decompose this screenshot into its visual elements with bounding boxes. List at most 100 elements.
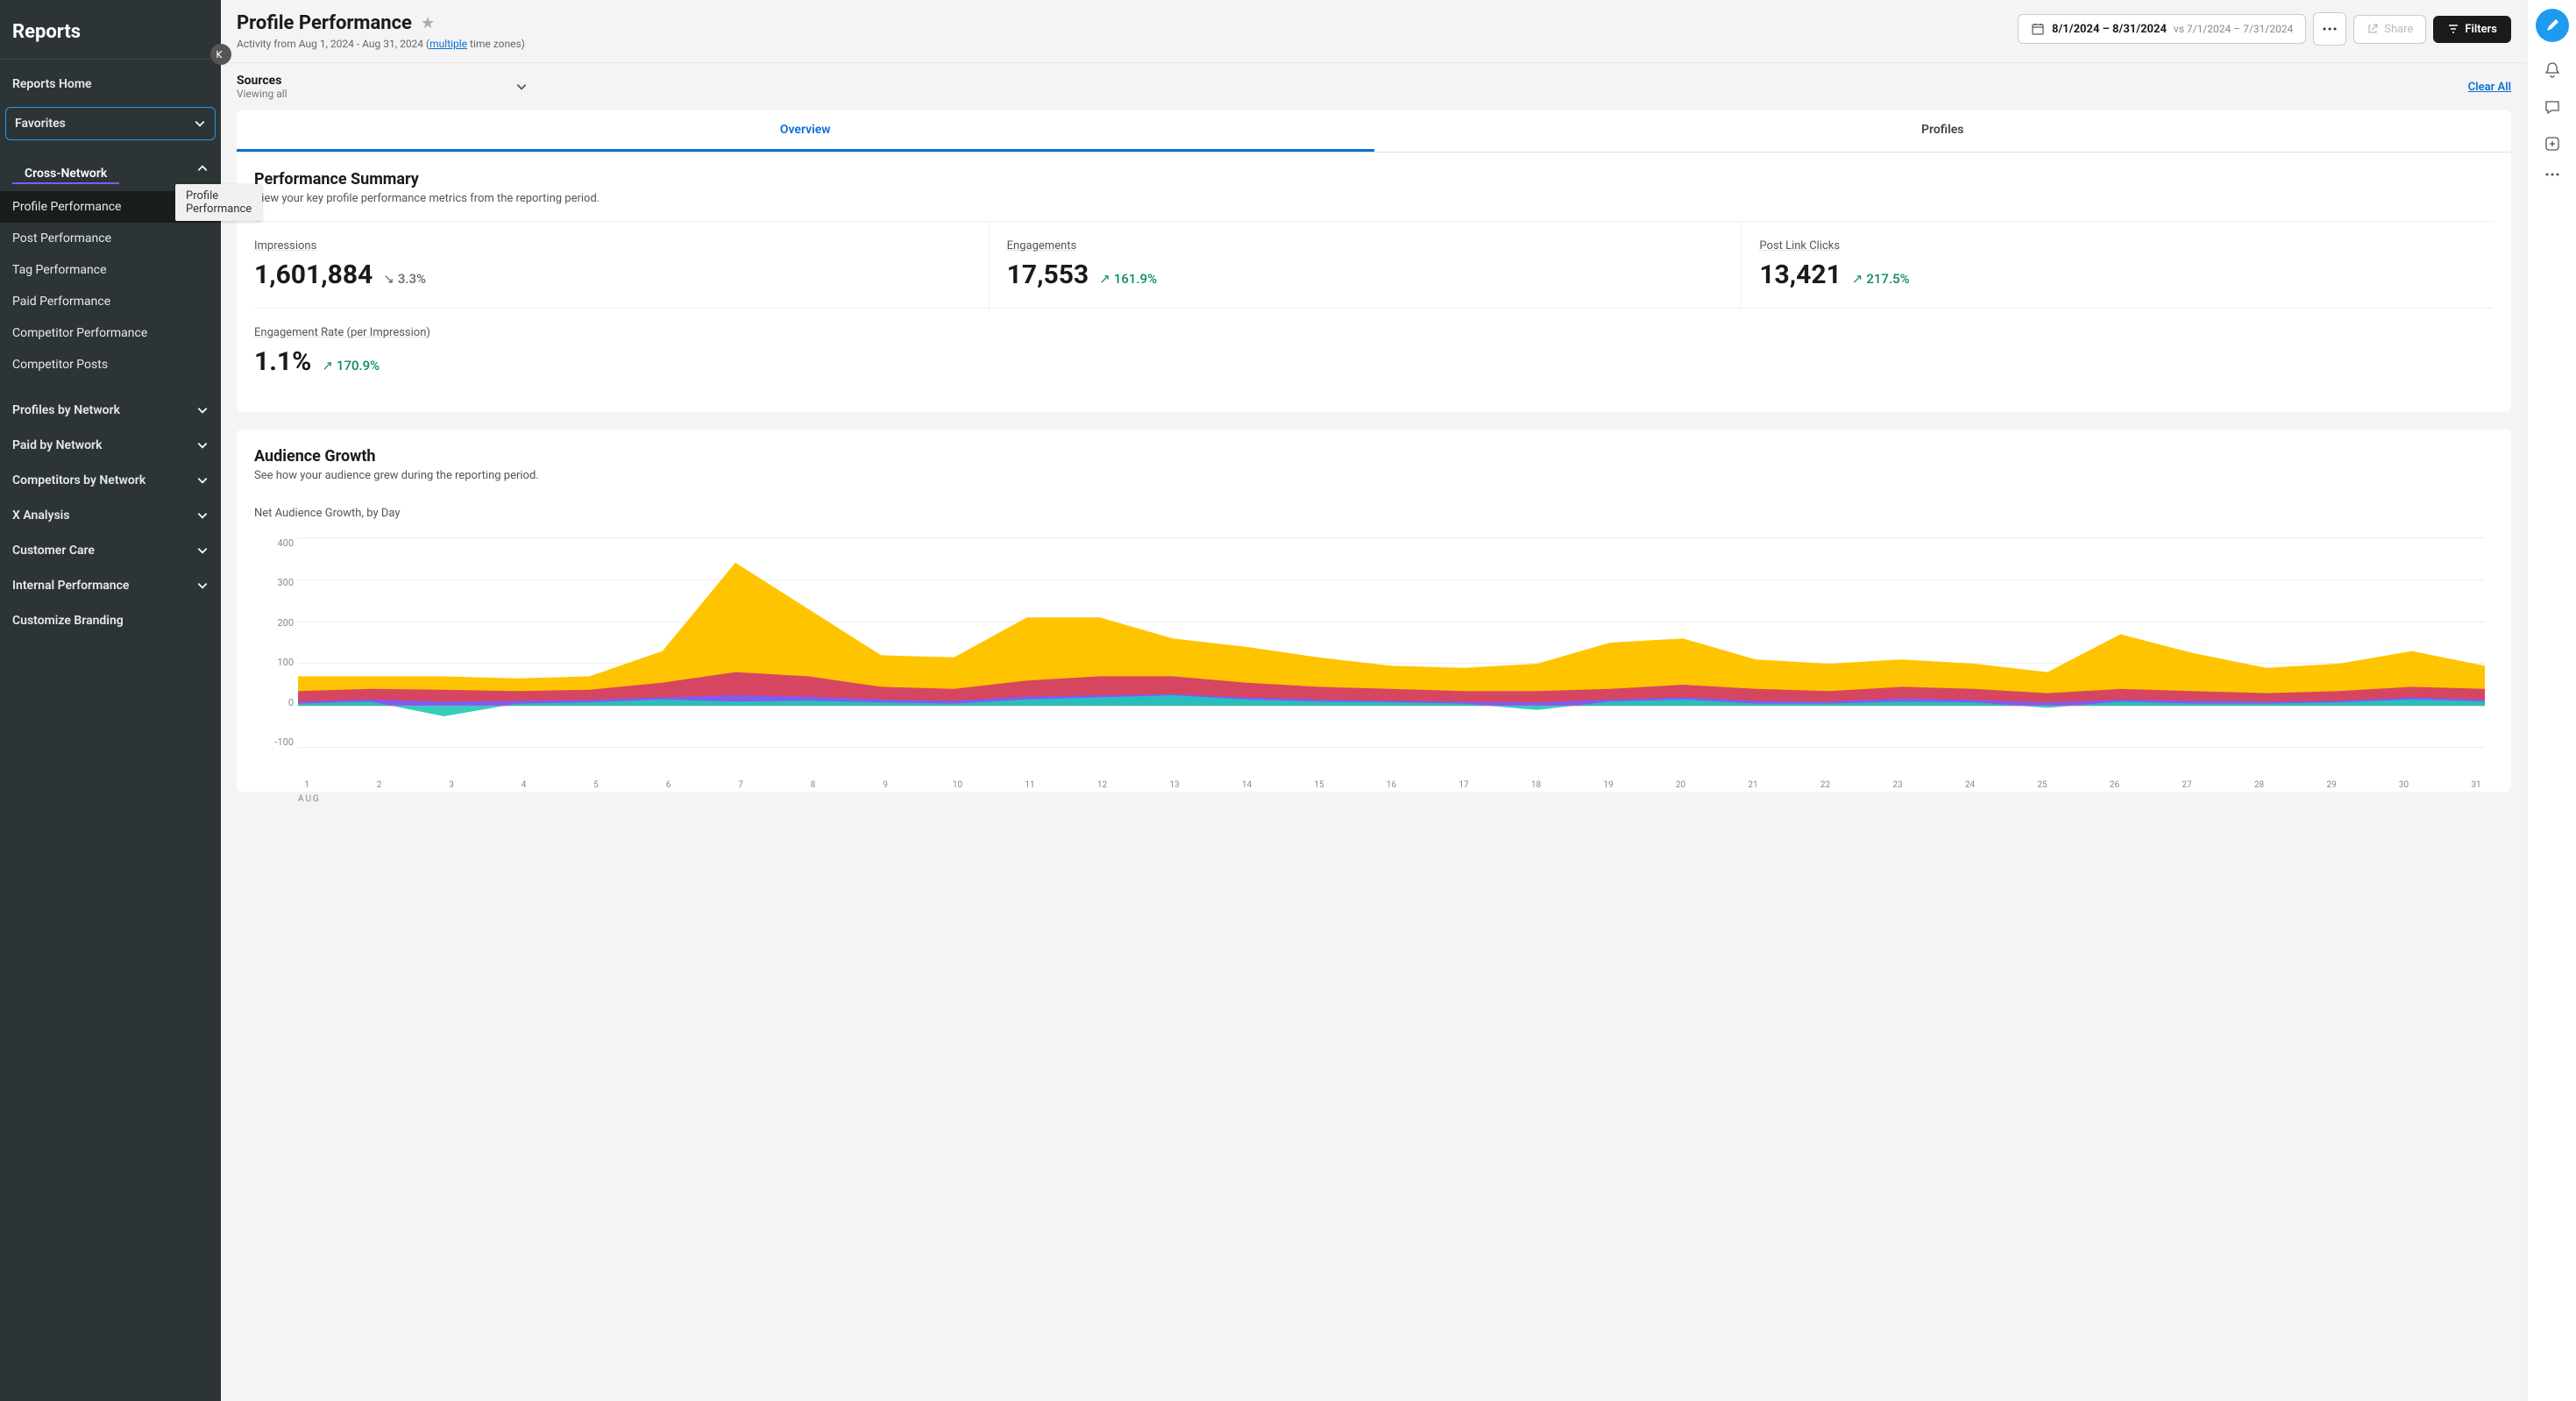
nav-paid-performance[interactable]: Paid Performance [0, 286, 221, 317]
page-header: Profile Performance ★ Activity from Aug … [221, 0, 2527, 62]
subtitle-text: Activity from Aug 1, 2024 - Aug 31, 2024… [237, 38, 429, 50]
filters-button[interactable]: Filters [2433, 16, 2511, 43]
nav-customize-branding[interactable]: Customize Branding [0, 603, 221, 638]
nav-reports-home[interactable]: Reports Home [0, 67, 221, 102]
nav-cross-network[interactable]: Cross-Network [12, 156, 119, 184]
nav-label: X Analysis [12, 508, 69, 523]
nav-label: Competitor Performance [12, 326, 147, 340]
subtitle-text: time zones) [467, 38, 525, 50]
tooltip: Profile Performance [175, 184, 262, 221]
sidebar-title: Reports [0, 0, 221, 59]
nav-label: Reports Home [12, 77, 92, 91]
nav-label: Post Performance [12, 231, 111, 245]
chevron-down-icon [196, 509, 209, 522]
clear-all-link[interactable]: Clear All [2468, 81, 2511, 94]
chevron-down-icon [194, 117, 206, 130]
button-label: Filters [2465, 23, 2497, 36]
chevron-down-icon[interactable] [515, 81, 528, 93]
nav-label: Internal Performance [12, 579, 129, 593]
metric-value: 1.1% [254, 346, 311, 377]
more-options-button[interactable] [2313, 12, 2346, 46]
nav-customer-care[interactable]: Customer Care [0, 533, 221, 568]
sidebar: Reports Reports Home Favorites Cross-Net… [0, 0, 221, 1401]
nav-label: Paid Performance [12, 295, 110, 309]
message-icon[interactable] [2544, 98, 2561, 116]
metric-label: Engagements [1007, 239, 1742, 252]
x-axis-labels: 1234567891011121314151617181920212223242… [298, 780, 2485, 790]
metric-delta: ↘ 3.3% [383, 271, 426, 287]
delta-text: 170.9% [337, 358, 380, 373]
add-icon[interactable] [2544, 135, 2561, 153]
compose-button[interactable] [2536, 9, 2569, 42]
chevron-up-icon[interactable] [196, 162, 209, 174]
card-title: Audience Growth [254, 447, 2494, 466]
metric-engagement-rate: Engagement Rate (per Impression) 1.1% ↗ … [254, 309, 2494, 395]
performance-summary-card: Performance Summary View your key profil… [237, 153, 2511, 412]
nav-label: Favorites [15, 117, 66, 131]
metric-post-link-clicks: Post Link Clicks 13,421 ↗ 217.5% [1742, 222, 2494, 308]
nav-label: Profile Performance [12, 200, 121, 214]
favorite-star-icon[interactable]: ★ [421, 14, 435, 32]
share-button[interactable]: Share [2353, 15, 2426, 44]
filter-icon [2447, 23, 2459, 35]
metric-value: 1,601,884 [254, 260, 373, 290]
metric-impressions: Impressions 1,601,884 ↘ 3.3% [254, 222, 990, 308]
main-content: Profile Performance ★ Activity from Aug … [221, 0, 2527, 1401]
metric-value: 17,553 [1007, 260, 1089, 290]
nav-paid-by-network[interactable]: Paid by Network [0, 428, 221, 463]
compose-icon [2544, 18, 2560, 33]
metric-delta: ↗ 161.9% [1099, 271, 1157, 287]
chart-svg [298, 537, 2485, 748]
sources-viewing: Viewing all [237, 88, 287, 100]
tab-profiles[interactable]: Profiles [1374, 110, 2512, 152]
nav-profiles-by-network[interactable]: Profiles by Network [0, 393, 221, 428]
share-icon [2367, 23, 2379, 35]
card-title: Performance Summary [254, 170, 2494, 188]
chevron-down-icon [196, 544, 209, 557]
metric-engagements: Engagements 17,553 ↗ 161.9% [990, 222, 1742, 308]
bell-icon[interactable] [2544, 61, 2561, 79]
audience-growth-card: Audience Growth See how your audience gr… [237, 430, 2511, 792]
card-desc: View your key profile performance metric… [254, 192, 2494, 205]
card-desc: See how your audience grew during the re… [254, 469, 2494, 482]
nav-label: Profiles by Network [12, 403, 120, 417]
chevron-down-icon [196, 580, 209, 592]
nav-competitor-performance[interactable]: Competitor Performance [0, 317, 221, 349]
delta-text: 3.3% [398, 271, 426, 287]
month-label: AUG [298, 794, 321, 804]
nav-competitor-posts[interactable]: Competitor Posts [0, 349, 221, 380]
nav-favorites[interactable]: Favorites [5, 107, 216, 140]
nav-x-analysis[interactable]: X Analysis [0, 498, 221, 533]
nav-label: Customer Care [12, 544, 95, 558]
nav-tag-performance[interactable]: Tag Performance [0, 254, 221, 286]
nav-label: Customize Branding [12, 614, 124, 628]
metric-label: Impressions [254, 239, 989, 252]
more-icon[interactable] [2544, 172, 2561, 177]
right-rail [2527, 0, 2576, 1401]
metric-label: Engagement Rate (per Impression) [254, 326, 2494, 339]
nav-post-performance[interactable]: Post Performance [0, 223, 221, 254]
metric-delta: ↗ 170.9% [322, 358, 380, 373]
audience-growth-chart: 4003002001000-100 1234567891011121314151… [298, 537, 2485, 765]
chevron-down-icon [196, 404, 209, 416]
collapse-icon [216, 49, 226, 60]
sources-label: Sources [237, 74, 287, 88]
date-compare-text: vs 7/1/2024 – 7/31/2024 [2174, 23, 2293, 35]
date-range-text: 8/1/2024 – 8/31/2024 [2052, 23, 2167, 36]
chevron-down-icon [196, 474, 209, 487]
nav-competitors-by-network[interactable]: Competitors by Network [0, 463, 221, 498]
metric-value: 13,421 [1759, 260, 1841, 290]
date-range-picker[interactable]: 8/1/2024 – 8/31/2024 vs 7/1/2024 – 7/31/… [2018, 14, 2306, 44]
page-subtitle: Activity from Aug 1, 2024 - Aug 31, 2024… [237, 38, 525, 50]
nav-label: Paid by Network [12, 438, 102, 452]
delta-text: 161.9% [1114, 271, 1157, 287]
button-label: Share [2384, 23, 2413, 36]
nav-label: Competitors by Network [12, 473, 145, 487]
metric-label: Post Link Clicks [1759, 239, 2494, 252]
collapse-sidebar-button[interactable] [210, 44, 231, 65]
timezones-link[interactable]: multiple [429, 38, 467, 50]
tab-overview[interactable]: Overview [237, 110, 1374, 152]
metric-delta: ↗ 217.5% [1852, 271, 1910, 287]
nav-internal-performance[interactable]: Internal Performance [0, 568, 221, 603]
delta-text: 217.5% [1866, 271, 1909, 287]
